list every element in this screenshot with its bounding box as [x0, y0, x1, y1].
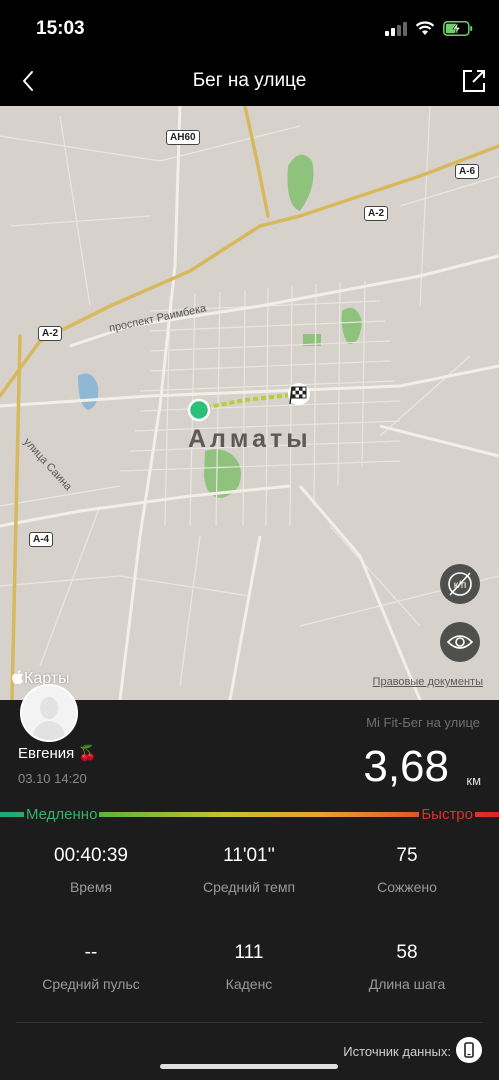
stat-value: 111 [234, 942, 264, 963]
stat-label: Каденс [225, 976, 273, 992]
battery-charging-icon [443, 21, 473, 36]
stat-avg-pace: 11'01'' Средний темп [174, 845, 324, 895]
stat-value: 00:40:39 [54, 845, 128, 866]
stat-value: 11'01'' [223, 845, 275, 866]
apple-logo-icon [12, 670, 23, 684]
wifi-icon [415, 21, 435, 35]
route-badge-a2-east: A-2 [364, 206, 389, 221]
speed-slow-label: Медленно [24, 806, 100, 823]
stat-value: -- [84, 942, 98, 963]
distance-value: 3,68 [363, 742, 449, 791]
stat-label: Сожжено [377, 879, 437, 895]
km-markers-off-icon: к/п [448, 572, 472, 596]
map-city-label: Алматы [188, 425, 312, 453]
distance-unit: км [466, 773, 481, 788]
visibility-toggle-button[interactable] [440, 622, 480, 662]
page-title: Бег на улице [192, 70, 307, 91]
workout-source: Mi Fit-Бег на улице [366, 715, 480, 730]
legal-documents-link[interactable]: Правовые документы [373, 676, 483, 688]
stat-value: 75 [396, 845, 418, 866]
route-map[interactable]: AH60 A-6 A-2 A-2 A-4 проспект Раимбека у… [0, 106, 499, 700]
route-badge-ah60: AH60 [166, 130, 200, 145]
route-badge-a4: A-4 [29, 532, 54, 547]
stat-value: 58 [396, 942, 418, 963]
status-bar: 15:03 [0, 0, 499, 58]
data-source-label: Источник данных: [343, 1044, 451, 1059]
home-indicator[interactable] [160, 1064, 338, 1069]
stat-label: Средний пульс [42, 976, 140, 992]
share-icon[interactable] [459, 66, 489, 96]
stat-stride-length: 58 Длина шага [332, 942, 482, 992]
stat-label: Длина шага [368, 976, 446, 992]
phone-icon [464, 1042, 474, 1058]
speed-fast-label: Быстро [419, 806, 475, 823]
stat-cadence: 111 Каденс [174, 942, 324, 992]
nav-bar: Бег на улице [0, 58, 499, 106]
stat-calories: 75 Сожжено [332, 845, 482, 895]
route-finish-marker [288, 383, 310, 405]
workout-date: 03.10 14:20 [18, 771, 87, 786]
data-source-button[interactable] [456, 1037, 482, 1063]
status-time: 15:03 [36, 18, 85, 39]
signal-icon [385, 21, 407, 36]
route-start-marker [187, 398, 211, 422]
eye-icon [446, 635, 474, 649]
status-icons [385, 21, 473, 36]
avatar[interactable] [20, 684, 78, 742]
map-roads [0, 106, 499, 700]
stat-label: Средний темп [202, 879, 296, 895]
route-badge-a2-west: A-2 [38, 326, 63, 341]
divider [16, 1022, 483, 1023]
stat-duration: 00:40:39 Время [16, 845, 166, 895]
stat-avg-heart-rate: -- Средний пульс [16, 942, 166, 992]
route-badge-a6: A-6 [455, 164, 480, 179]
stat-label: Время [69, 879, 113, 895]
user-name: Евгения 🍒 [18, 745, 98, 762]
km-markers-toggle-button[interactable]: к/п [440, 564, 480, 604]
avatar-placeholder-icon [22, 686, 76, 740]
